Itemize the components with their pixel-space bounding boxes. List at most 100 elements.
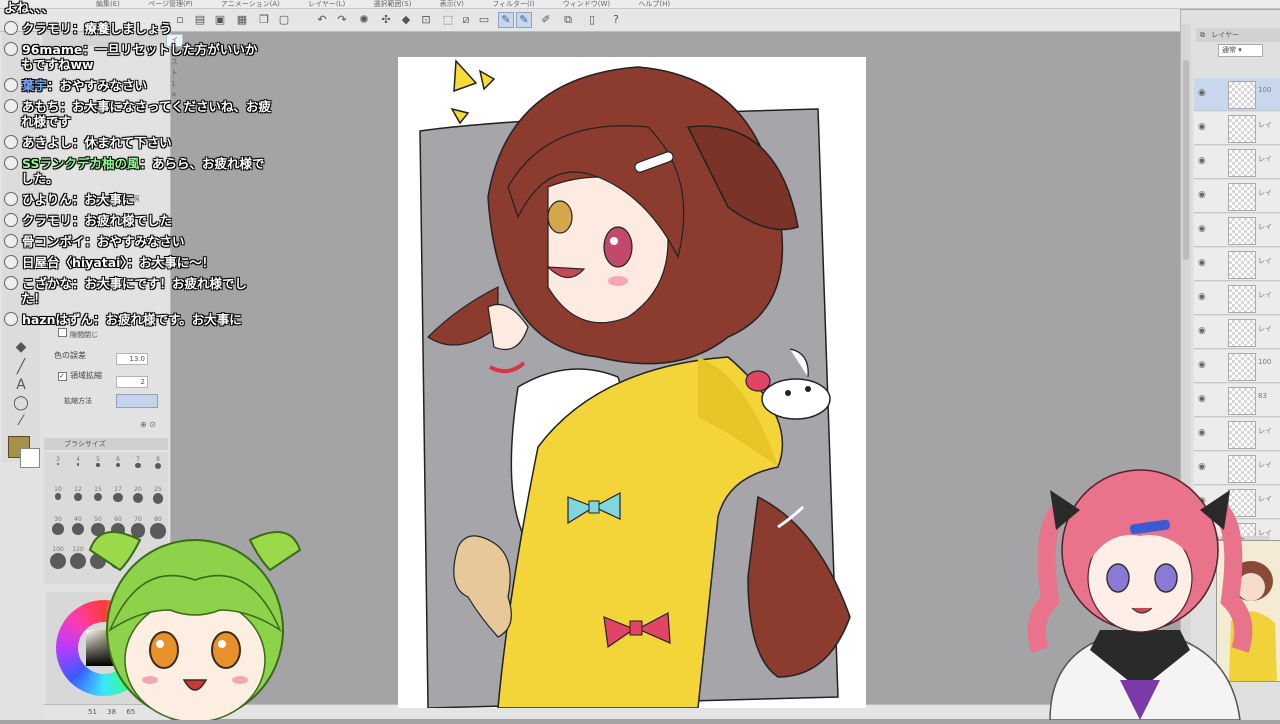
background-color-swatch[interactable] xyxy=(20,448,40,468)
subtool-settings-icons[interactable]: ⊕ ⊙ xyxy=(140,420,168,430)
eye-icon[interactable]: ◉ xyxy=(1198,292,1206,302)
select-none-icon[interactable]: ⬚ xyxy=(440,12,456,28)
layer-row[interactable]: ◉ レイ xyxy=(1194,248,1280,281)
chat-author: あきよし xyxy=(22,135,73,150)
eye-icon[interactable]: ◉ xyxy=(1198,224,1206,234)
eyedropper-icon[interactable]: ⁄ xyxy=(10,412,32,430)
chat-message: 日屋台〈hiyatai〉：お大事に～！ xyxy=(4,255,214,270)
transform-icon[interactable]: ⊡ xyxy=(418,12,434,28)
chat-author: 96mame xyxy=(22,42,83,57)
brush-size-preset[interactable]: 30 xyxy=(48,516,68,536)
chat-text: お疲れ様です。お大事に xyxy=(105,312,242,327)
brush-size-preset[interactable]: 4 xyxy=(68,456,88,476)
chat-separator: ： xyxy=(126,255,140,270)
eye-icon[interactable]: ◉ xyxy=(1198,326,1206,336)
eye-icon[interactable]: ◉ xyxy=(1198,156,1206,166)
layer-name: 100 xyxy=(1258,358,1272,366)
brush-size-label: 17 xyxy=(114,486,122,493)
device-icon[interactable]: ▯ xyxy=(584,12,600,28)
brush-icon[interactable]: ✐ xyxy=(538,12,554,28)
chat-avatar xyxy=(4,99,18,113)
layer-row[interactable]: ◉ 83 xyxy=(1194,384,1280,417)
fill-icon[interactable]: ◆ xyxy=(398,12,414,28)
menu-view[interactable]: 表示(V) xyxy=(440,0,464,8)
menu-help[interactable]: ヘルプ(H) xyxy=(638,0,670,8)
brush-size-preset[interactable]: 8 xyxy=(148,456,168,476)
layer-row[interactable]: ◉ 100 xyxy=(1194,350,1280,383)
color-error-field[interactable]: 13.0 xyxy=(116,353,148,365)
layer-row[interactable]: ◉ レイ xyxy=(1194,180,1280,213)
chat-author: 骨コンボイ xyxy=(22,234,85,249)
eye-icon[interactable]: ◉ xyxy=(1198,122,1206,132)
brush-size-preset[interactable]: 17 xyxy=(108,486,128,506)
layer-name: レイ xyxy=(1258,155,1272,163)
menu-layer[interactable]: レイヤー(L) xyxy=(308,0,345,8)
eye-icon[interactable]: ◉ xyxy=(1198,88,1206,98)
zundamon-avatar xyxy=(80,520,310,723)
clear-icon[interactable]: ✣ xyxy=(378,12,394,28)
layer-name: レイ xyxy=(1258,325,1272,333)
pen-icon[interactable]: ✎ xyxy=(498,12,514,28)
brush-size-preset[interactable]: 12 xyxy=(68,486,88,506)
layer-thumbnail xyxy=(1228,183,1256,211)
fill-tool-icon[interactable]: ◆ xyxy=(10,338,32,356)
brush-size-dot xyxy=(57,463,59,465)
menu-selection[interactable]: 選択範囲(S) xyxy=(374,0,412,8)
menu-filter[interactable]: フィルター(I) xyxy=(492,0,534,8)
chat-message: あきよし：休まれて下さい xyxy=(4,135,172,150)
undo-icon[interactable]: ↶ xyxy=(314,12,330,28)
brush-size-dot xyxy=(115,463,121,468)
layer-tab[interactable]: レイヤー xyxy=(1211,31,1239,39)
layer-row[interactable]: ◉ レイ xyxy=(1194,316,1280,349)
line-tool-icon[interactable]: ╱ xyxy=(10,358,32,376)
layer-thumbnail xyxy=(1228,217,1256,245)
eye-icon[interactable]: ◉ xyxy=(1198,360,1206,370)
chat-author: クラモリ xyxy=(22,21,73,36)
brush-size-preset[interactable]: 15 xyxy=(88,486,108,506)
blend-mode-select[interactable]: 通常 ▾ xyxy=(1218,44,1263,57)
loading-icon[interactable]: ✺ xyxy=(356,12,372,28)
scale-method-buttons[interactable] xyxy=(116,394,158,408)
layer-row[interactable]: ◉ レイ xyxy=(1194,146,1280,179)
layer-row[interactable]: ◉ 100 xyxy=(1194,78,1280,111)
area-scale-field[interactable]: 2 xyxy=(116,376,148,388)
brush-size-preset[interactable]: 25 xyxy=(148,486,168,506)
eye-icon[interactable]: ◉ xyxy=(1198,394,1206,404)
chat-overlay: よね、、、 クラモリ：療養しましょう 96mame：一旦リセットした方がいいか もです… xyxy=(0,0,310,340)
drawing-canvas[interactable] xyxy=(398,57,866,708)
chat-avatar xyxy=(4,213,18,227)
chat-message: 96mame：一旦リセットした方がいいか もですねww xyxy=(4,42,257,72)
pen-active-icon[interactable]: ✎ xyxy=(516,12,532,28)
help-icon[interactable]: ? xyxy=(608,12,624,28)
layer-row[interactable]: ◉ レイ xyxy=(1194,282,1280,315)
snap-icon[interactable]: ▭ xyxy=(476,12,492,28)
brush-size-preset[interactable]: 7 xyxy=(128,456,148,476)
eye-icon[interactable]: ◉ xyxy=(1198,190,1206,200)
layer-row[interactable]: ◉ レイ xyxy=(1194,418,1280,451)
balloon-tool-icon[interactable]: ◯ xyxy=(10,394,32,412)
brush-size-dot xyxy=(155,463,161,469)
brush-size-preset[interactable]: 10 xyxy=(48,486,68,506)
chat-author: こざかな xyxy=(22,276,73,291)
eye-icon[interactable]: ◉ xyxy=(1198,428,1206,438)
chat-author: ひよりん xyxy=(22,192,72,207)
brush-size-preset[interactable]: 20 xyxy=(128,486,148,506)
chat-avatar xyxy=(4,234,18,248)
brush-size-label: 7 xyxy=(136,456,140,463)
brush-size-preset[interactable]: 5 xyxy=(88,456,108,476)
brush-size-preset[interactable]: 6 xyxy=(108,456,128,476)
brush-size-preset[interactable]: 3 xyxy=(48,456,68,476)
layer-name: レイ xyxy=(1258,223,1272,231)
chat-message: こざかな：お大事にです！お疲れ様でし た！ xyxy=(4,276,247,306)
text-tool-icon[interactable]: A xyxy=(10,376,32,394)
select-invert-icon[interactable]: ⧄ xyxy=(458,12,474,28)
layer-row[interactable]: ◉ レイ xyxy=(1194,112,1280,145)
brush-size-preset[interactable]: 100 xyxy=(48,546,68,569)
redo-icon[interactable]: ↷ xyxy=(334,12,350,28)
menu-window[interactable]: ウィンドウ(W) xyxy=(563,0,610,8)
layer-icon[interactable]: ⧉ xyxy=(560,12,576,28)
layer-row[interactable]: ◉ レイ xyxy=(1194,214,1280,247)
chat-avatar xyxy=(4,156,18,170)
panel-scroll-thumb[interactable] xyxy=(1183,60,1189,260)
eye-icon[interactable]: ◉ xyxy=(1198,258,1206,268)
